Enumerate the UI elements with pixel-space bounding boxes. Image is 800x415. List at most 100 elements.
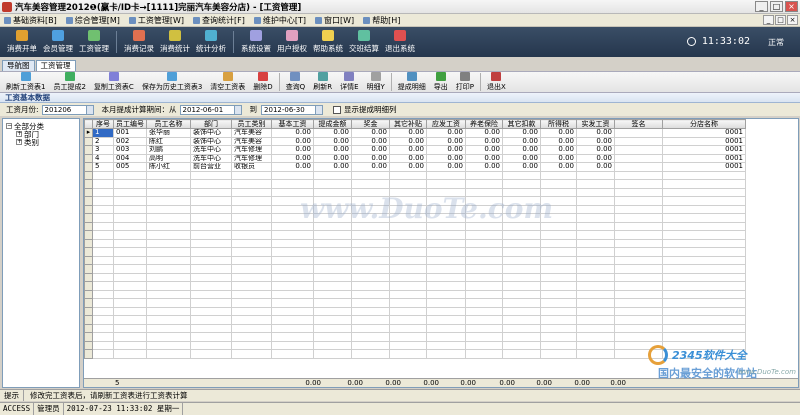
table-cell[interactable]	[540, 196, 577, 206]
row-indicator[interactable]	[84, 264, 93, 274]
table-cell[interactable]	[231, 179, 272, 189]
table-row[interactable]	[84, 213, 746, 223]
table-cell[interactable]	[465, 213, 503, 223]
table-cell[interactable]	[389, 238, 427, 248]
table-cell[interactable]	[389, 281, 427, 291]
table-cell[interactable]	[614, 247, 663, 257]
table-cell[interactable]: 0.00	[389, 162, 427, 172]
table-cell[interactable]	[92, 264, 114, 274]
table-cell[interactable]	[271, 247, 314, 257]
row-indicator[interactable]	[84, 213, 93, 223]
table-cell[interactable]	[92, 332, 114, 342]
table-cell[interactable]	[313, 349, 352, 359]
table-cell[interactable]: 洗车中心	[190, 145, 232, 155]
table-cell[interactable]	[190, 340, 232, 350]
table-cell[interactable]	[351, 213, 390, 223]
table-cell[interactable]	[113, 247, 147, 257]
table-cell[interactable]	[313, 332, 352, 342]
table-cell[interactable]	[231, 315, 272, 325]
table-cell[interactable]	[502, 289, 541, 299]
table-cell[interactable]	[465, 264, 503, 274]
table-cell[interactable]: 0.00	[389, 128, 427, 138]
table-cell[interactable]	[313, 187, 352, 197]
table-cell[interactable]: 0.00	[313, 128, 352, 138]
table-cell[interactable]	[146, 315, 191, 325]
table-cell[interactable]	[351, 179, 390, 189]
table-row[interactable]: 5 005 陈小红 前台营业 收银员 0.00 0.00 0.00 0.00 0.00 0.00 0.…	[84, 162, 746, 172]
table-cell[interactable]	[389, 196, 427, 206]
table-cell[interactable]	[614, 162, 663, 172]
table-cell[interactable]	[576, 238, 615, 248]
commission-detail-button[interactable]: 提成明细	[394, 72, 430, 92]
table-cell[interactable]	[231, 264, 272, 274]
table-cell[interactable]	[540, 221, 577, 231]
table-cell[interactable]: 0.00	[576, 136, 615, 146]
table-cell[interactable]	[113, 213, 147, 223]
table-cell[interactable]	[614, 255, 663, 265]
table-cell[interactable]	[576, 315, 615, 325]
table-cell[interactable]	[576, 281, 615, 291]
table-cell[interactable]	[231, 255, 272, 265]
table-row[interactable]: 3 003 刘鹏 洗车中心 汽车修理 0.00 0.00 0.00 0.00 0.00 0.00 0.…	[84, 145, 746, 155]
table-cell[interactable]	[351, 323, 390, 333]
row-indicator[interactable]	[84, 179, 93, 189]
table-cell[interactable]	[113, 281, 147, 291]
table-cell[interactable]: 0001	[662, 136, 746, 146]
table-row[interactable]	[84, 323, 746, 333]
menu-basic-data[interactable]: 基础资料[B]	[4, 15, 57, 26]
table-cell[interactable]	[313, 179, 352, 189]
table-cell[interactable]	[614, 213, 663, 223]
table-cell[interactable]	[92, 349, 114, 359]
table-cell[interactable]: 0001	[662, 145, 746, 155]
table-cell[interactable]	[426, 272, 466, 282]
table-cell[interactable]	[662, 255, 746, 265]
table-cell[interactable]	[502, 281, 541, 291]
table-cell[interactable]	[190, 238, 232, 248]
table-cell[interactable]	[190, 298, 232, 308]
table-cell[interactable]	[389, 213, 427, 223]
table-row[interactable]	[84, 179, 746, 189]
table-cell[interactable]	[614, 289, 663, 299]
table-cell[interactable]	[662, 315, 746, 325]
table-cell[interactable]	[231, 187, 272, 197]
sale-records-button[interactable]: 消费记录	[121, 28, 157, 56]
table-row[interactable]	[84, 204, 746, 214]
table-cell[interactable]	[190, 349, 232, 359]
table-cell[interactable]: 0.00	[465, 128, 503, 138]
table-cell[interactable]	[576, 323, 615, 333]
mdi-restore-button[interactable]: □	[775, 15, 786, 25]
table-cell[interactable]	[113, 340, 147, 350]
table-cell[interactable]: 0.00	[426, 128, 466, 138]
table-cell[interactable]: 1	[92, 128, 114, 138]
table-cell[interactable]	[271, 332, 314, 342]
table-cell[interactable]	[92, 255, 114, 265]
member-manage-button[interactable]: 会员管理	[40, 28, 76, 56]
table-cell[interactable]	[389, 272, 427, 282]
column-header[interactable]: 养老保险	[465, 119, 503, 129]
table-cell[interactable]	[190, 332, 232, 342]
table-cell[interactable]	[576, 272, 615, 282]
table-cell[interactable]	[502, 306, 541, 316]
table-cell[interactable]	[92, 238, 114, 248]
table-row[interactable]	[84, 255, 746, 265]
table-cell[interactable]: 0.00	[313, 153, 352, 163]
table-cell[interactable]	[465, 170, 503, 180]
table-cell[interactable]	[614, 332, 663, 342]
table-cell[interactable]	[351, 238, 390, 248]
table-cell[interactable]	[389, 323, 427, 333]
table-cell[interactable]: 洗车中心	[190, 153, 232, 163]
table-cell[interactable]	[426, 213, 466, 223]
table-cell[interactable]	[465, 255, 503, 265]
from-date-select[interactable]: 2012-06-01	[179, 104, 242, 115]
table-cell[interactable]: 0.00	[502, 128, 541, 138]
table-cell[interactable]	[313, 340, 352, 350]
table-cell[interactable]: 0.00	[465, 162, 503, 172]
column-header[interactable]: 员工名称	[146, 119, 191, 129]
print-button[interactable]: 打印P	[452, 72, 478, 92]
table-cell[interactable]	[662, 298, 746, 308]
table-cell[interactable]	[146, 264, 191, 274]
column-header[interactable]: 签名	[614, 119, 663, 129]
table-cell[interactable]	[113, 170, 147, 180]
table-cell[interactable]: 0.00	[465, 153, 503, 163]
table-row[interactable]	[84, 221, 746, 231]
